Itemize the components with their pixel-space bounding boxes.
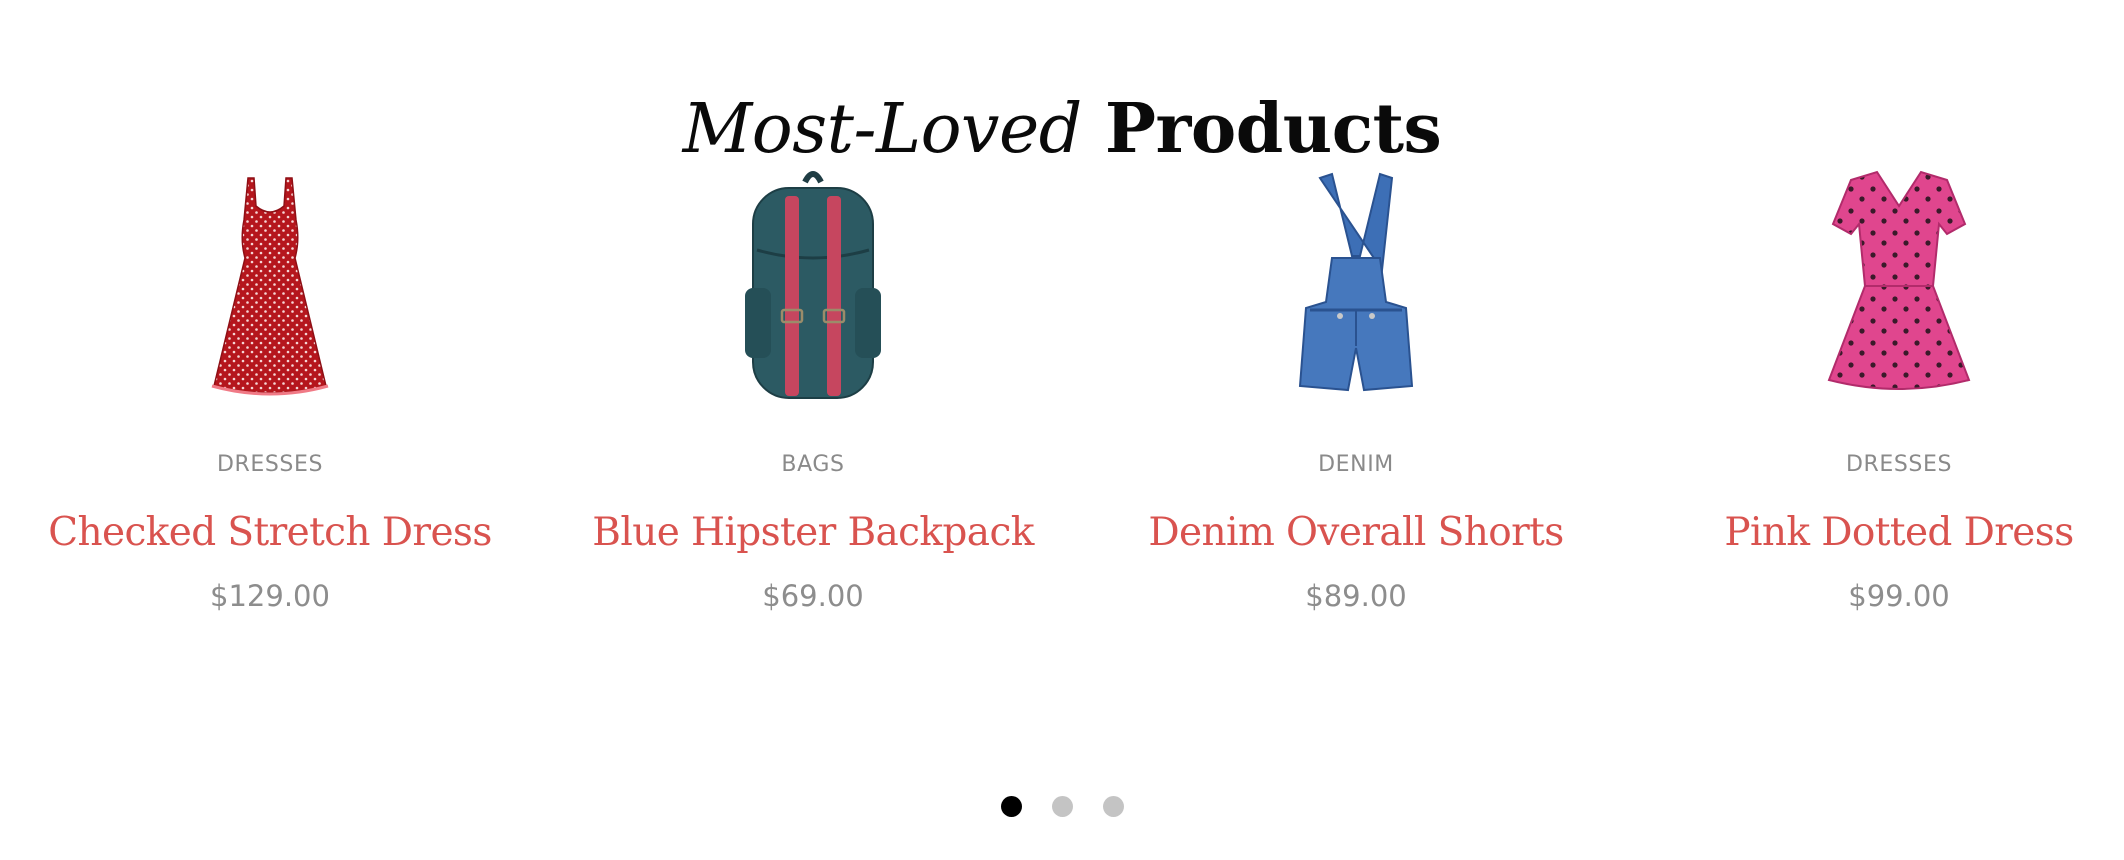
product-card[interactable]: BAGS Blue Hipster Backpack $69.00	[543, 160, 1083, 616]
product-category: DRESSES	[1845, 452, 1953, 477]
carousel-dot[interactable]	[1051, 796, 1073, 817]
section-title-strong: Products	[1104, 89, 1442, 170]
red-polka-dot-dress-icon[interactable]	[150, 160, 390, 410]
product-price: $69.00	[762, 579, 864, 613]
product-card[interactable]: DENIM Denim Overall Shorts $89.00	[1086, 160, 1626, 616]
product-name-link[interactable]: Denim Overall Shorts	[1086, 508, 1626, 558]
carousel-dot[interactable]	[1102, 796, 1124, 817]
product-card[interactable]: DRESSES Checked Stretch Dress $129.00	[0, 160, 540, 616]
product-price: $99.00	[1848, 579, 1950, 613]
product-price: $129.00	[210, 579, 330, 613]
product-category: BAGS	[781, 452, 845, 477]
denim-overall-shorts-icon[interactable]	[1236, 160, 1476, 410]
product-price: $89.00	[1305, 579, 1407, 613]
product-category: DRESSES	[216, 452, 324, 477]
product-card[interactable]: DRESSES Pink Dotted Dress $99.00	[1629, 160, 2124, 616]
product-name-link[interactable]: Blue Hipster Backpack	[543, 508, 1083, 558]
carousel-pagination	[0, 796, 2124, 817]
pink-dotted-dress-icon[interactable]	[1779, 160, 2019, 410]
section-title-emphasis: Most-Loved	[682, 90, 1083, 170]
product-name-link[interactable]: Pink Dotted Dress	[1629, 508, 2124, 558]
product-carousel: DRESSES Checked Stretch Dress $129.00 BA…	[0, 160, 2124, 660]
product-name-link[interactable]: Checked Stretch Dress	[0, 508, 540, 558]
product-category: DENIM	[1318, 452, 1394, 477]
teal-backpack-icon[interactable]	[693, 160, 933, 410]
carousel-dot[interactable]	[1000, 796, 1022, 817]
